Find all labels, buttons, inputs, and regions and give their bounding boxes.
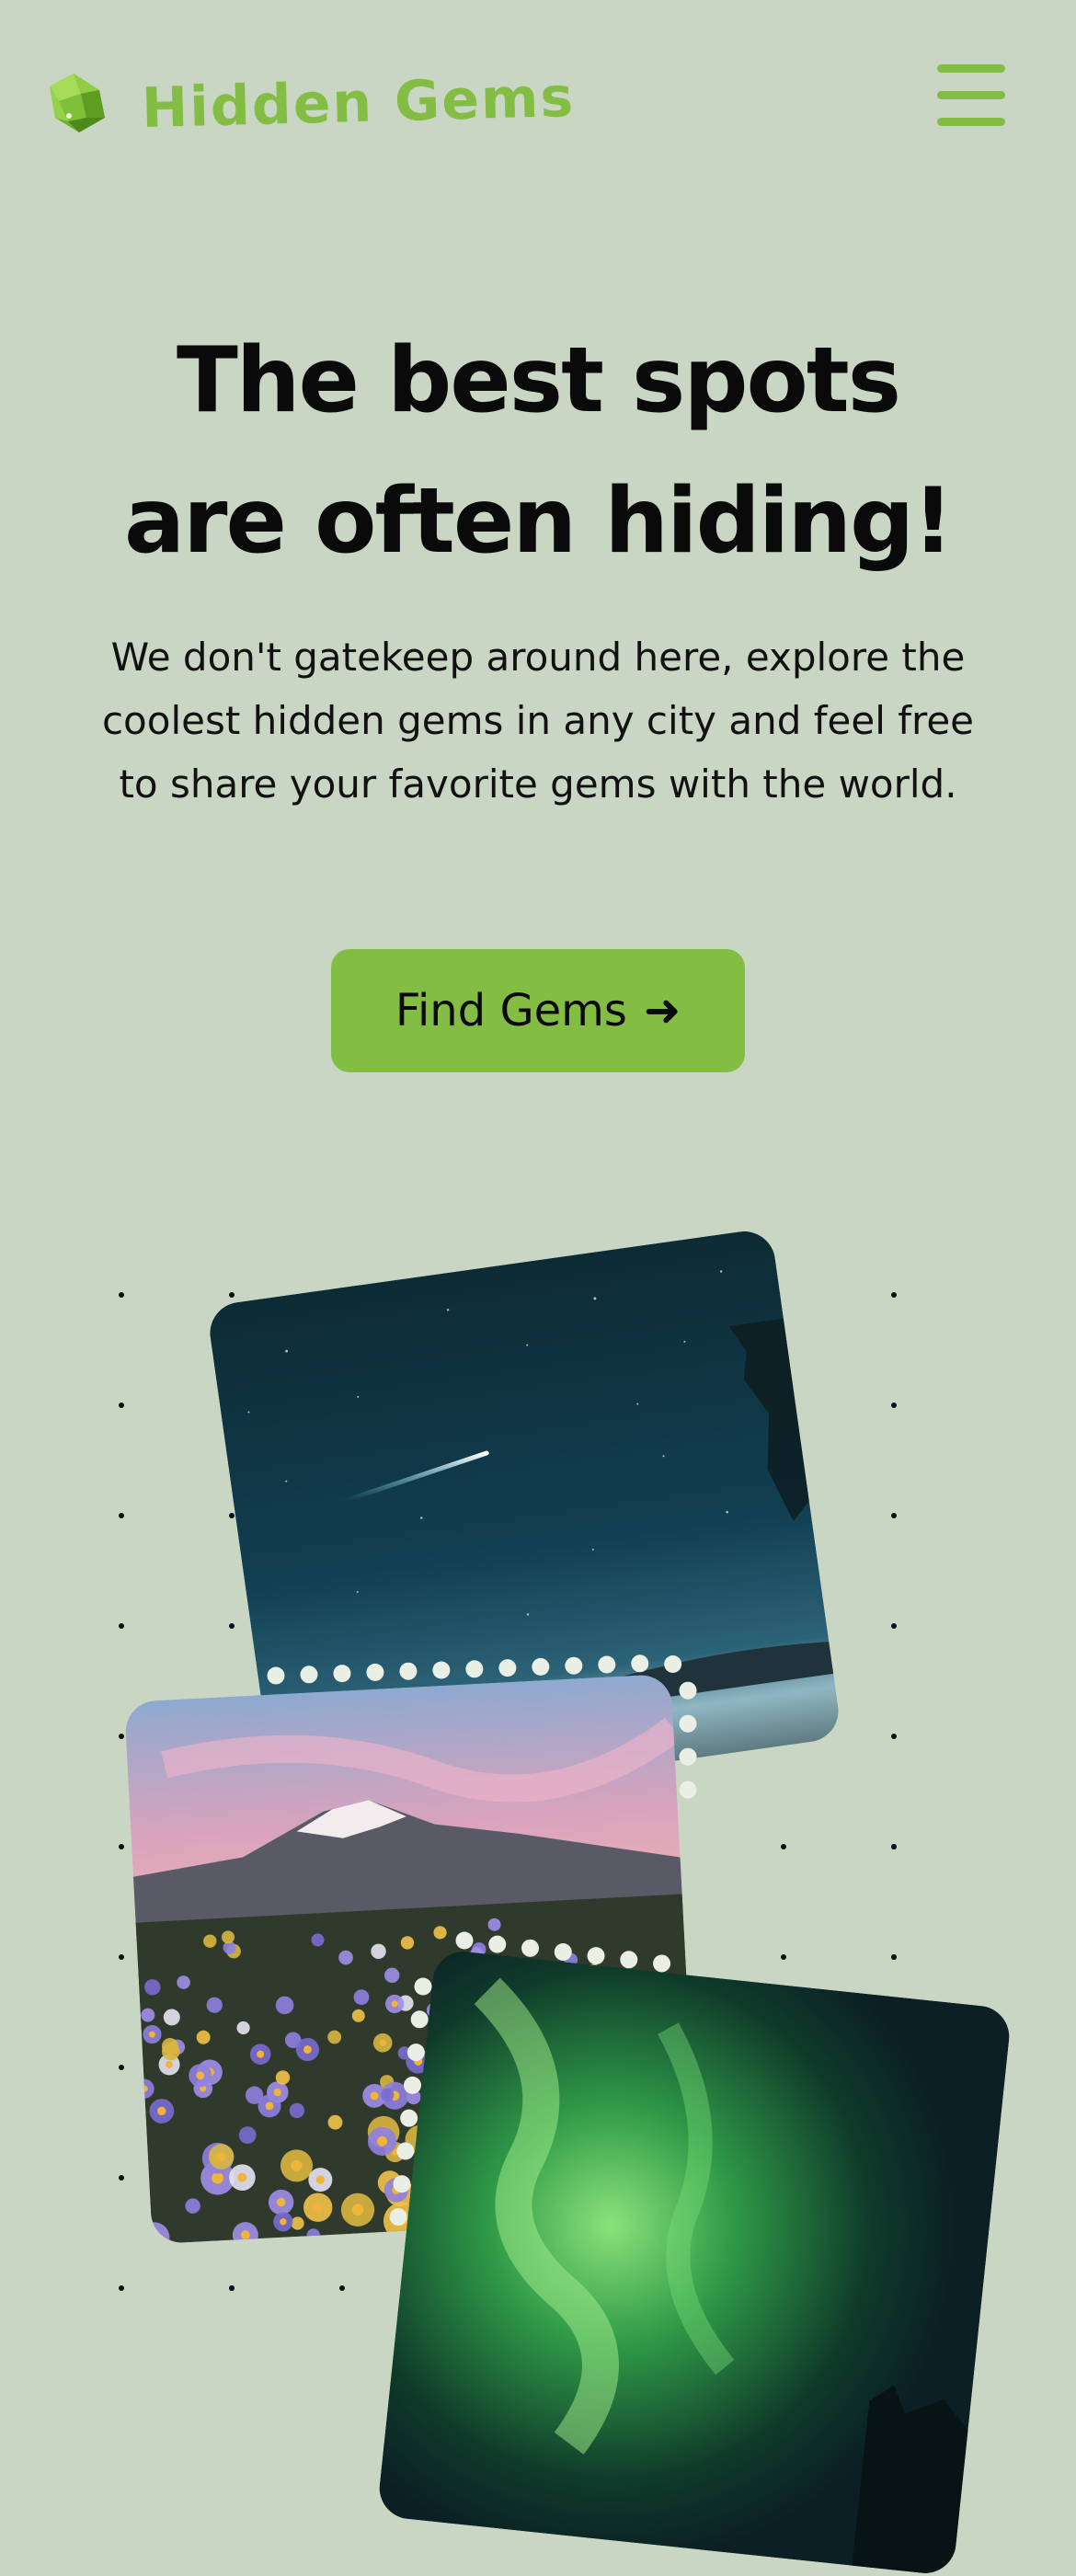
brand-name: Hidden Gems (141, 64, 576, 142)
grid-dot (119, 2065, 124, 2070)
grid-dot (229, 2285, 235, 2291)
find-gems-label: Find Gems (395, 985, 627, 1036)
grid-dot (119, 1402, 124, 1408)
hero-title-line-1: The best spots (176, 328, 901, 433)
photo-northern-lights (376, 1948, 1013, 2576)
grid-dot (229, 1623, 235, 1629)
hamburger-menu-button[interactable] (934, 64, 1008, 127)
hero-title-line-2: are often hiding! (124, 469, 954, 574)
grid-dot (891, 1954, 897, 1960)
grid-dot (119, 1623, 124, 1629)
grid-dot (781, 1844, 786, 1849)
grid-dot (119, 2285, 124, 2291)
find-gems-button[interactable]: Find Gems ➜ (331, 949, 745, 1072)
menu-line (937, 91, 1005, 99)
grid-dot (891, 1402, 897, 1408)
grid-dot (119, 1292, 124, 1298)
arrow-right-icon: ➜ (643, 985, 681, 1036)
grid-dot (229, 1292, 235, 1298)
logo-link[interactable]: Hidden Gems (46, 64, 576, 142)
gem-icon (50, 74, 105, 132)
grid-dot (229, 1513, 235, 1518)
grid-dot (119, 2175, 124, 2181)
grid-dot (891, 1623, 897, 1629)
grid-dot (339, 2285, 345, 2291)
hero-title: The best spots are often hiding! (55, 311, 1021, 592)
grid-dot (891, 1844, 897, 1849)
grid-dot (891, 1292, 897, 1298)
grid-dot (119, 1844, 124, 1849)
grid-dot (781, 1954, 786, 1960)
grid-dot (119, 1954, 124, 1960)
hero-subtitle: We don't gatekeep around here, explore t… (101, 635, 975, 807)
grid-dot (891, 1513, 897, 1518)
grid-dot (891, 1734, 897, 1739)
menu-line (937, 64, 1005, 73)
grid-dot (119, 1734, 124, 1739)
grid-dot (119, 1513, 124, 1518)
menu-line (937, 118, 1005, 126)
